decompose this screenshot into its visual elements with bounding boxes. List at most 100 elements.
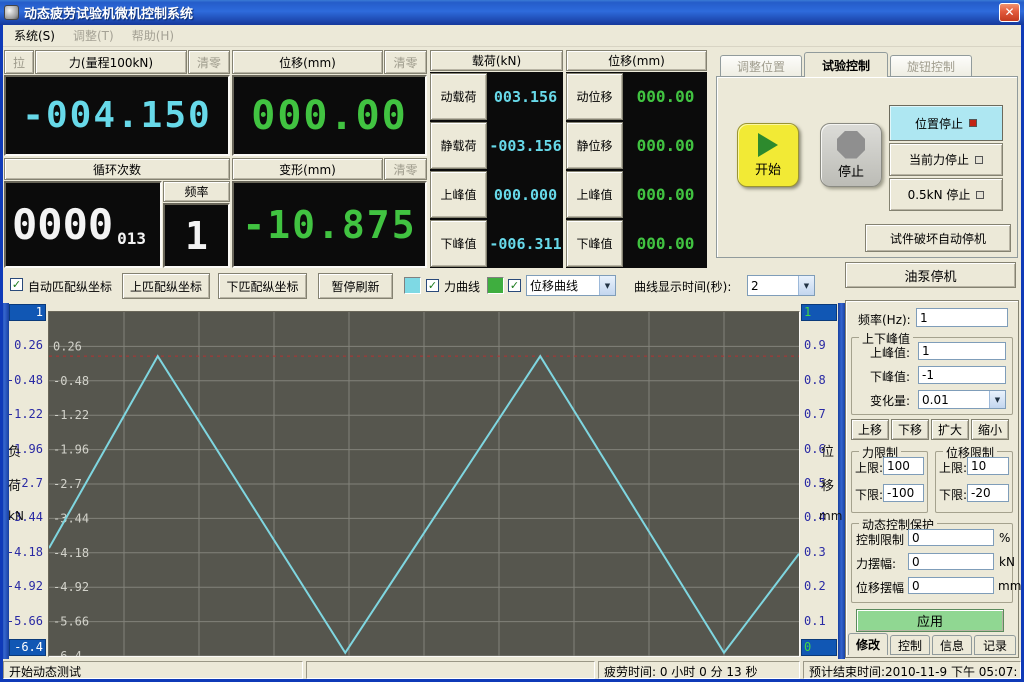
svg-text:-4.92: -4.92 (53, 580, 89, 594)
left-axis-title-char: 负 (8, 441, 21, 460)
axis-tick-label: 0.26 (14, 337, 43, 353)
bottom-tab-control[interactable]: 控制 (890, 635, 930, 655)
svg-text:-2.7: -2.7 (53, 477, 82, 491)
apply-button[interactable]: 应用 (856, 609, 1004, 632)
delta-select[interactable]: 0.01 ▼ (918, 390, 1006, 409)
disp-amp-label: 位移摆幅 (856, 579, 904, 596)
freq-setting-label: 频率(Hz): (858, 311, 911, 328)
force-clear-button[interactable]: 清零 (188, 50, 230, 74)
auto-match-label: 自动匹配纵坐标 (28, 278, 112, 295)
expand-button[interactable]: 扩大 (931, 419, 969, 440)
load-row-label: 动载荷 (430, 73, 487, 120)
force-lower-input[interactable]: -100 (883, 484, 924, 502)
pause-refresh-button[interactable]: 暂停刷新 (318, 273, 393, 299)
window-border-left (0, 25, 3, 682)
load-row-label: 上峰值 (430, 171, 487, 218)
force-curve-checkbox[interactable]: ✓ (426, 279, 439, 292)
deformation-value-display: -10.875 (232, 181, 427, 268)
start-button[interactable]: 开始 (737, 123, 799, 187)
right-axis-title-char: mm (819, 509, 842, 523)
load-readout-panel: 载荷(kN) 动载荷 003.156 静载荷 -003.156 上峰值 000.… (430, 50, 563, 268)
position-stop-button[interactable]: 位置停止 (889, 105, 1003, 141)
position-stop-label: 位置停止 (915, 115, 963, 132)
delta-selected: 0.01 (922, 393, 949, 407)
bottom-tab-modify[interactable]: 修改 (848, 633, 888, 655)
window-title: 动态疲劳试验机微机控制系统 (24, 3, 193, 22)
load-row-value: -003.156 (488, 121, 563, 170)
disp-curve-color-swatch (487, 277, 504, 294)
load-row-value: 000.000 (488, 170, 563, 219)
disp-amp-unit: mm (998, 579, 1021, 593)
app-window: 动态疲劳试验机微机控制系统 ✕ 系统(S) 调整(T) 帮助(H) 拉 力(量程… (0, 0, 1024, 682)
pump-stop-button[interactable]: 油泵停机 (845, 262, 1016, 288)
deformation-meter-title: 变形(mm) (232, 158, 383, 180)
move-down-button[interactable]: 下移 (891, 419, 929, 440)
current-force-stop-label: 当前力停止 (909, 151, 969, 168)
disp-curve-checkbox[interactable]: ✓ (508, 279, 521, 292)
disp-curve-selected: 位移曲线 (530, 277, 578, 294)
force-meter-title: 力(量程100kN) (35, 50, 187, 74)
upper-match-button[interactable]: 上匹配纵坐标 (122, 273, 210, 299)
ctrl-limit-input[interactable]: 0 (908, 529, 994, 546)
stop-button-label: 停止 (838, 161, 864, 180)
upper-peak-input[interactable]: 1 (918, 342, 1006, 360)
disp-row-label: 上峰值 (566, 171, 623, 218)
tab-test-control[interactable]: 试验控制 (804, 52, 888, 77)
cycle-counter-title: 循环次数 (4, 158, 230, 180)
disp-limit-group: 位移限制 上限: 10 下限: -20 (935, 451, 1013, 513)
move-up-button[interactable]: 上移 (851, 419, 889, 440)
shrink-button[interactable]: 缩小 (971, 419, 1009, 440)
duration-selected: 2 (751, 279, 759, 293)
disp-upper-label: 上限: (939, 459, 967, 476)
disp-row-value: 000.00 (624, 170, 707, 219)
disp-row-value: 000.00 (624, 219, 707, 268)
tab-adjust-position[interactable]: 调整位置 (720, 55, 802, 77)
bottom-tab-record[interactable]: 记录 (974, 635, 1016, 655)
lower-peak-input[interactable]: -1 (918, 366, 1006, 384)
stop-button[interactable]: 停止 (820, 123, 882, 187)
force-curve-color-swatch (404, 277, 421, 294)
half-kn-stop-button[interactable]: 0.5kN 停止 (889, 178, 1003, 211)
deformation-clear-button[interactable]: 清零 (384, 158, 427, 180)
svg-text:-0.48: -0.48 (53, 374, 89, 388)
load-row-value: -006.311 (488, 219, 563, 268)
menu-system[interactable]: 系统(S) (6, 25, 63, 46)
disp-curve-select[interactable]: 位移曲线 ▼ (526, 275, 616, 296)
force-upper-input[interactable]: 100 (883, 457, 924, 475)
force-amp-input[interactable]: 0 (908, 553, 994, 570)
load-row-label: 下峰值 (430, 220, 487, 267)
chevron-down-icon[interactable]: ▼ (599, 276, 615, 295)
tab-knob-control[interactable]: 旋钮控制 (890, 55, 972, 77)
freq-setting-input[interactable]: 1 (916, 308, 1008, 327)
chevron-down-icon[interactable]: ▼ (798, 276, 814, 295)
stop-octagon-icon (837, 131, 865, 159)
disp-amp-input[interactable]: 0 (908, 577, 994, 594)
displacement-clear-button[interactable]: 清零 (384, 50, 427, 74)
pull-button[interactable]: 拉 (4, 50, 34, 74)
settings-panel: 频率(Hz): 1 上下峰值 上峰值: 1 下峰值: -1 变化量: 0.01 … (845, 300, 1019, 658)
left-axis-title-char: 荷 (8, 475, 21, 494)
bottom-tab-info[interactable]: 信息 (932, 635, 972, 655)
axis-tick-label: -5.66 (7, 613, 43, 629)
auto-match-checkbox[interactable]: ✓ (10, 278, 23, 291)
lower-match-button[interactable]: 下匹配纵坐标 (218, 273, 307, 299)
specimen-break-stop-button[interactable]: 试件破坏自动停机 (865, 224, 1011, 252)
start-button-label: 开始 (755, 159, 781, 178)
lower-peak-label: 下峰值: (870, 368, 910, 385)
cycle-count-display: 0000 013 (4, 181, 162, 268)
force-upper-label: 上限: (855, 459, 883, 476)
axis-tick-label: 0.9 (804, 337, 826, 353)
disp-upper-input[interactable]: 10 (967, 457, 1009, 475)
half-kn-stop-label: 0.5kN 停止 (908, 186, 971, 203)
close-button[interactable]: ✕ (999, 3, 1020, 22)
current-force-stop-button[interactable]: 当前力停止 (889, 143, 1003, 176)
chevron-down-icon[interactable]: ▼ (989, 391, 1005, 408)
duration-select[interactable]: 2 ▼ (747, 275, 815, 296)
status-empty (306, 661, 595, 679)
cycle-counter-panel: 循环次数 0000 013 频率 1 (4, 158, 230, 268)
frequency-label: 频率 (163, 181, 230, 202)
disp-row-value: 000.00 (624, 72, 707, 121)
disp-lower-input[interactable]: -20 (967, 484, 1009, 502)
delta-label: 变化量: (870, 392, 910, 409)
status-fatigue-time: 疲劳时间: 0 小时 0 分 13 秒 (598, 661, 800, 679)
